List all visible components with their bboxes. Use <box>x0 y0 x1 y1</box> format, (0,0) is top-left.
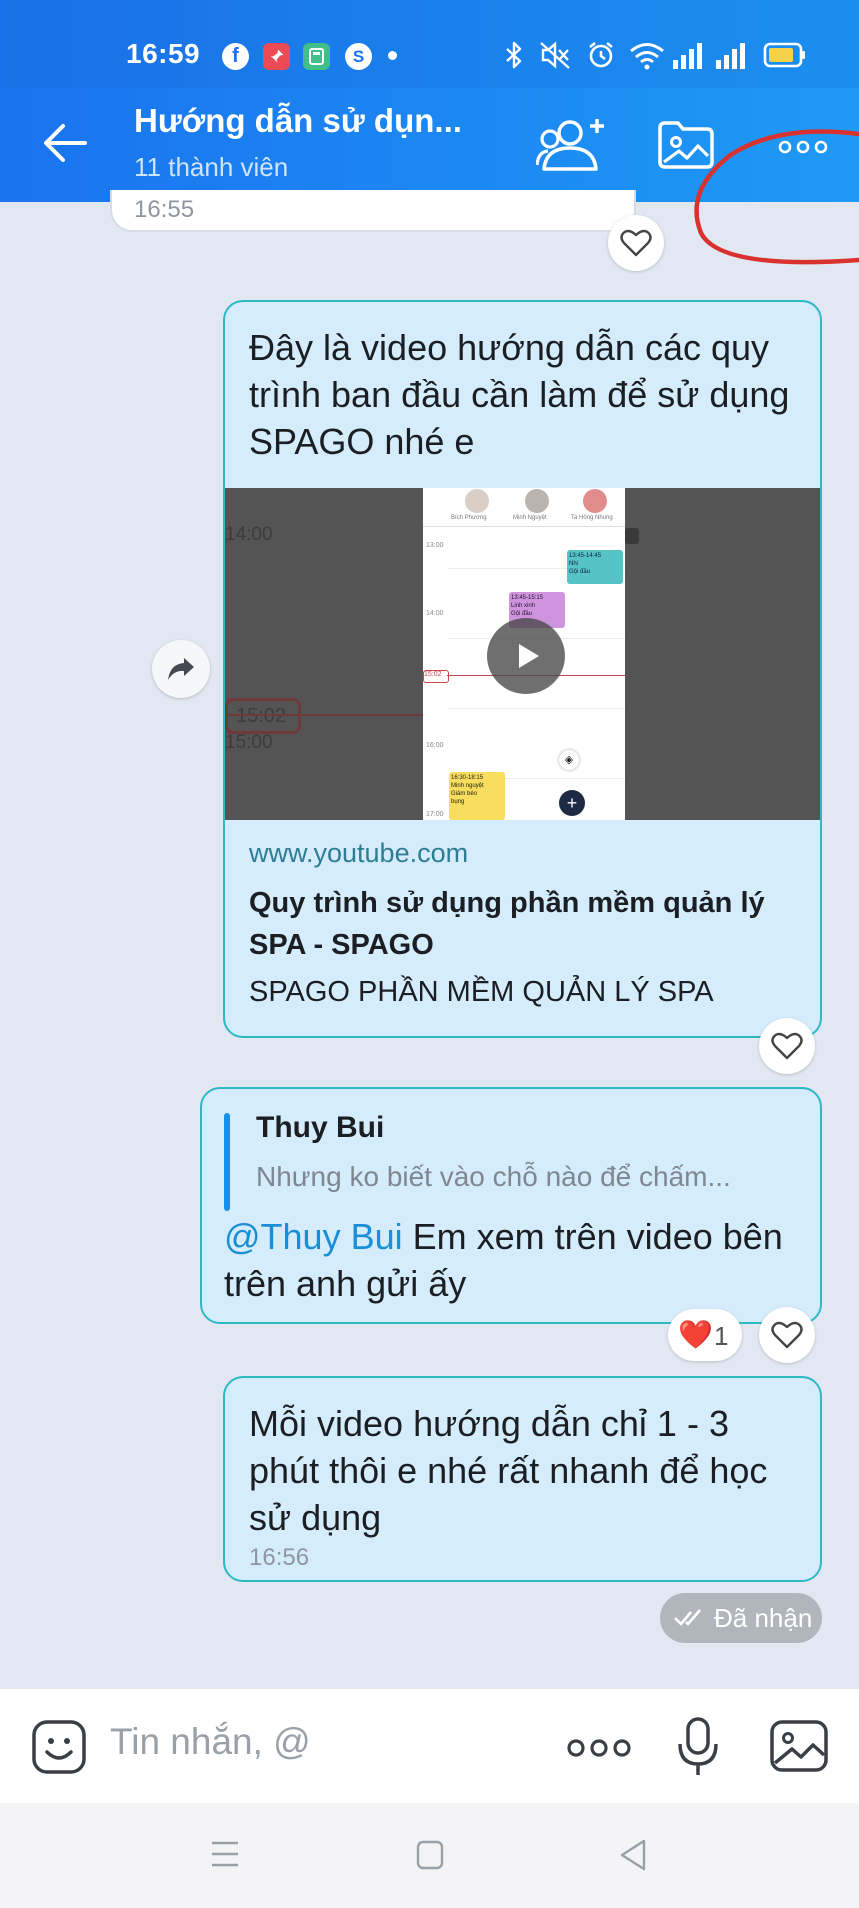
avatar <box>465 489 489 513</box>
thumb-time-label: 14:00 <box>225 524 273 545</box>
emoji-icon[interactable] <box>30 1718 88 1776</box>
home-icon[interactable] <box>416 1840 444 1870</box>
double-check-icon <box>674 1609 701 1626</box>
quote-text: Nhưng ko biết vào chỗ nào để chấm... <box>256 1161 731 1192</box>
avatar <box>583 489 607 513</box>
play-icon <box>519 644 539 668</box>
heart-reaction-icon: ❤️ <box>678 1319 713 1350</box>
skype-icon: S <box>345 43 372 70</box>
calendar-event: 16:30-18:15 Minh nguyệt Giảm béo bụng <box>449 772 505 820</box>
group-title[interactable]: Hướng dẫn sử dụn... <box>134 102 462 140</box>
mute-icon <box>540 41 570 69</box>
delivery-status: Đã nhận <box>660 1593 822 1643</box>
battery-icon <box>763 42 805 68</box>
status-bar: 16:59 f S <box>0 0 859 88</box>
message-text: @Thuy Bui Em xem trên video bên trên anh… <box>224 1216 783 1304</box>
add-member-icon[interactable] <box>536 115 612 175</box>
hour-label: 16:00 <box>426 742 444 749</box>
hour-label: 13:00 <box>426 542 444 549</box>
status-text: Đã nhận <box>714 1603 813 1633</box>
bluetooth-icon <box>506 41 522 69</box>
avatar-name: Bích Phương <box>451 515 487 521</box>
message-text: Mỗi video hướng dẫn chỉ 1 - 3 phút thôi … <box>249 1403 768 1538</box>
video-thumbnail[interactable]: 14:00 15:02 15:00 Bích Phương Minh Nguyệ… <box>225 488 820 820</box>
notification-dot <box>388 51 397 60</box>
image-icon[interactable] <box>769 1719 829 1773</box>
add-icon: + <box>559 790 585 816</box>
like-button[interactable] <box>608 215 664 271</box>
reaction-count: 1 <box>714 1321 729 1351</box>
signal-icon-2 <box>716 43 745 69</box>
message-time: 16:55 <box>134 196 195 223</box>
message-bubble[interactable]: Mỗi video hướng dẫn chỉ 1 - 3 phút thôi … <box>223 1376 822 1582</box>
message-input[interactable]: Tin nhắn, @ <box>110 1721 311 1763</box>
microphone-icon[interactable] <box>677 1716 719 1778</box>
reply-message-bubble[interactable]: Thuy Bui Nhưng ko biết vào chỗ nào để ch… <box>200 1087 822 1324</box>
alarm-icon <box>589 41 613 68</box>
thumb-current-time: 15:02 <box>225 698 301 734</box>
status-time: 16:59 <box>126 38 201 69</box>
message-composer: Tin nhắn, @ <box>0 1688 859 1804</box>
back-arrow-icon[interactable] <box>42 123 88 163</box>
previous-message-bubble: 16:55 <box>110 190 636 232</box>
video-message-bubble[interactable]: Đây là video hướng dẫn các quy trình ban… <box>223 300 822 1038</box>
back-icon[interactable] <box>618 1838 648 1872</box>
avatar-name: Minh Nguyệt <box>513 515 547 521</box>
hour-label: 15:02 <box>423 670 449 683</box>
message-text: Đây là video hướng dẫn các quy trình ban… <box>249 327 790 462</box>
facebook-icon: f <box>222 43 249 70</box>
like-button[interactable] <box>759 1307 815 1363</box>
signal-icon <box>673 43 702 69</box>
link-title[interactable]: Quy trình sử dụng phần mềm quản lý SPA -… <box>249 882 804 966</box>
heart-icon <box>771 1321 803 1349</box>
more-icon[interactable] <box>566 1739 632 1757</box>
message-time: 16:56 <box>249 1544 310 1571</box>
mention[interactable]: @Thuy Bui <box>224 1216 403 1257</box>
avatar <box>525 489 549 513</box>
menu-icon[interactable] <box>210 1840 240 1868</box>
avatar-name: Ta Hồng Nhung <box>571 515 613 521</box>
heart-icon <box>771 1032 803 1060</box>
thumb-time-label: 15:00 <box>225 732 273 753</box>
annotation-circle <box>694 129 859 265</box>
calculator-icon <box>303 43 330 70</box>
link-domain[interactable]: www.youtube.com <box>249 838 468 869</box>
locate-icon: ◈ <box>559 750 579 770</box>
quote-bar <box>224 1113 230 1211</box>
member-count[interactable]: 11 thành viên <box>134 152 288 183</box>
reaction-badge[interactable]: ❤️ 1 <box>668 1309 742 1361</box>
heart-icon <box>620 229 652 257</box>
pin-icon <box>263 43 290 70</box>
quote-author: Thuy Bui <box>256 1111 385 1144</box>
play-button[interactable] <box>487 618 565 694</box>
hour-label: 14:00 <box>426 610 444 617</box>
share-button[interactable] <box>152 640 210 698</box>
like-button[interactable] <box>759 1018 815 1074</box>
system-nav-bar <box>0 1803 859 1908</box>
link-description: SPAGO PHẦN MỀM QUẢN LÝ SPA <box>249 976 714 1008</box>
share-icon <box>168 658 194 680</box>
wifi-icon <box>630 43 664 70</box>
hour-label: 17:00 <box>426 811 444 818</box>
calendar-event: 13:45-14:45 Nhi Gội đầu <box>567 550 623 584</box>
